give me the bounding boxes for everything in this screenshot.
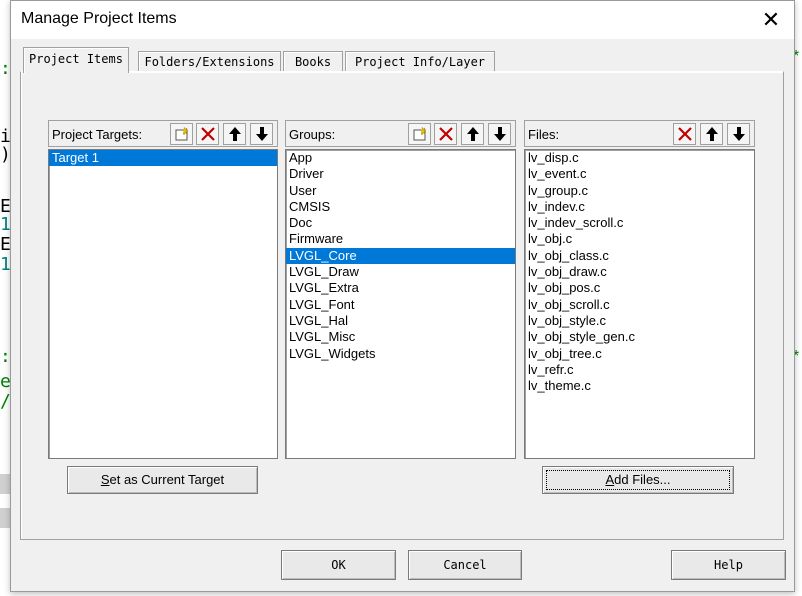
files-label: Files: xyxy=(528,127,560,142)
tab-project-items[interactable]: Project Items xyxy=(23,47,129,73)
project-targets-header: Project Targets: xyxy=(48,120,278,147)
move-file-down-button[interactable] xyxy=(727,123,750,145)
move-file-up-button[interactable] xyxy=(700,123,723,145)
delete-icon xyxy=(439,127,453,141)
list-item[interactable]: lv_obj_draw.c xyxy=(525,264,754,280)
project-targets-list[interactable]: Target 1 xyxy=(48,149,278,459)
project-targets-group: Project Targets: Target 1 xyxy=(48,120,278,459)
list-item[interactable]: LVGL_Misc xyxy=(286,329,515,345)
list-item[interactable]: lv_theme.c xyxy=(525,378,754,394)
delete-target-button[interactable] xyxy=(196,123,219,145)
list-item[interactable]: lv_group.c xyxy=(525,183,754,199)
list-item[interactable]: LVGL_Widgets xyxy=(286,346,515,362)
arrow-down-icon xyxy=(733,127,745,141)
tab-project-info-layer[interactable]: Project Info/Layer xyxy=(345,51,495,72)
move-target-up-button[interactable] xyxy=(223,123,246,145)
list-item[interactable]: App xyxy=(286,150,515,166)
list-item[interactable]: LVGL_Font xyxy=(286,297,515,313)
delete-group-button[interactable] xyxy=(434,123,457,145)
list-item[interactable]: LVGL_Draw xyxy=(286,264,515,280)
cancel-button[interactable]: Cancel xyxy=(408,550,522,580)
files-list[interactable]: lv_disp.c lv_event.c lv_group.c lv_indev… xyxy=(524,149,755,459)
dialog-title: Manage Project Items xyxy=(21,10,177,27)
add-files-button[interactable]: Add Files... xyxy=(542,466,734,494)
groups-header: Groups: xyxy=(285,120,516,147)
list-item[interactable]: lv_obj_class.c xyxy=(525,248,754,264)
move-target-down-button[interactable] xyxy=(250,123,273,145)
arrow-up-icon xyxy=(229,127,241,141)
move-group-up-button[interactable] xyxy=(461,123,484,145)
arrow-up-icon xyxy=(467,127,479,141)
delete-icon xyxy=(201,127,215,141)
new-target-button[interactable] xyxy=(170,123,193,145)
list-item[interactable]: LVGL_Core xyxy=(286,247,515,265)
tab-label: Project Info/Layer xyxy=(354,55,486,69)
new-item-icon xyxy=(175,126,189,141)
list-item[interactable]: User xyxy=(286,183,515,199)
list-item[interactable]: lv_event.c xyxy=(525,166,754,182)
title-bar: Manage Project Items ✕ xyxy=(11,1,794,39)
list-item[interactable]: lv_indev.c xyxy=(525,199,754,215)
move-group-down-button[interactable] xyxy=(488,123,511,145)
tab-label: Folders/Extensions xyxy=(144,55,275,69)
list-item[interactable]: LVGL_Hal xyxy=(286,313,515,329)
list-item[interactable]: Driver xyxy=(286,166,515,182)
close-button[interactable]: ✕ xyxy=(756,5,786,35)
list-item[interactable]: lv_obj_scroll.c xyxy=(525,297,754,313)
list-item[interactable]: Doc xyxy=(286,215,515,231)
list-item[interactable]: CMSIS xyxy=(286,199,515,215)
list-item[interactable]: Target 1 xyxy=(49,150,277,167)
manage-project-items-dialog: Manage Project Items ✕ Project Items Fol… xyxy=(10,0,795,592)
tab-folders-extensions[interactable]: Folders/Extensions xyxy=(138,51,281,72)
focus-rectangle xyxy=(546,470,730,490)
list-item[interactable]: lv_obj_tree.c xyxy=(525,346,754,362)
groups-list[interactable]: App Driver User CMSIS Doc Firmware LVGL_… xyxy=(285,149,516,459)
list-item[interactable]: lv_obj_style.c xyxy=(525,313,754,329)
new-item-icon xyxy=(413,126,427,141)
delete-file-button[interactable] xyxy=(673,123,696,145)
list-item[interactable]: lv_refr.c xyxy=(525,362,754,378)
list-item[interactable]: lv_obj.c xyxy=(525,231,754,247)
close-icon: ✕ xyxy=(761,7,781,32)
list-item[interactable]: lv_indev_scroll.c xyxy=(525,215,754,231)
background-editor-left: : i ) E 1 E 1 : e / xyxy=(0,38,10,596)
accelerator-key: S xyxy=(100,472,110,487)
arrow-down-icon xyxy=(494,127,506,141)
list-item[interactable]: LVGL_Extra xyxy=(286,280,515,296)
tab-label: Books xyxy=(294,55,332,69)
files-header: Files: xyxy=(524,120,755,147)
ok-button[interactable]: OK xyxy=(281,550,396,580)
button-label: Help xyxy=(714,558,743,572)
help-button[interactable]: Help xyxy=(671,550,786,580)
tab-label: Project Items xyxy=(29,52,123,66)
files-group: Files: lv_disp.c lv_event.c lv_group.c l… xyxy=(524,120,755,459)
list-item[interactable]: lv_obj_style_gen.c xyxy=(525,329,754,345)
arrow-down-icon xyxy=(256,127,268,141)
project-targets-label: Project Targets: xyxy=(52,127,143,142)
set-as-current-target-button[interactable]: Set as Current Target xyxy=(67,466,258,494)
tab-books[interactable]: Books xyxy=(283,51,343,72)
button-label: et as Current Target xyxy=(109,472,225,487)
groups-group: Groups: App Driver User CMSIS Doc Firmwa… xyxy=(285,120,516,459)
new-group-button[interactable] xyxy=(408,123,431,145)
button-label: Cancel xyxy=(443,558,487,572)
list-item[interactable]: Firmware xyxy=(286,231,515,247)
delete-icon xyxy=(678,127,692,141)
button-label: OK xyxy=(331,558,346,572)
groups-label: Groups: xyxy=(289,127,336,142)
list-item[interactable]: lv_obj_pos.c xyxy=(525,280,754,296)
arrow-up-icon xyxy=(706,127,718,141)
list-item[interactable]: lv_disp.c xyxy=(525,150,754,166)
